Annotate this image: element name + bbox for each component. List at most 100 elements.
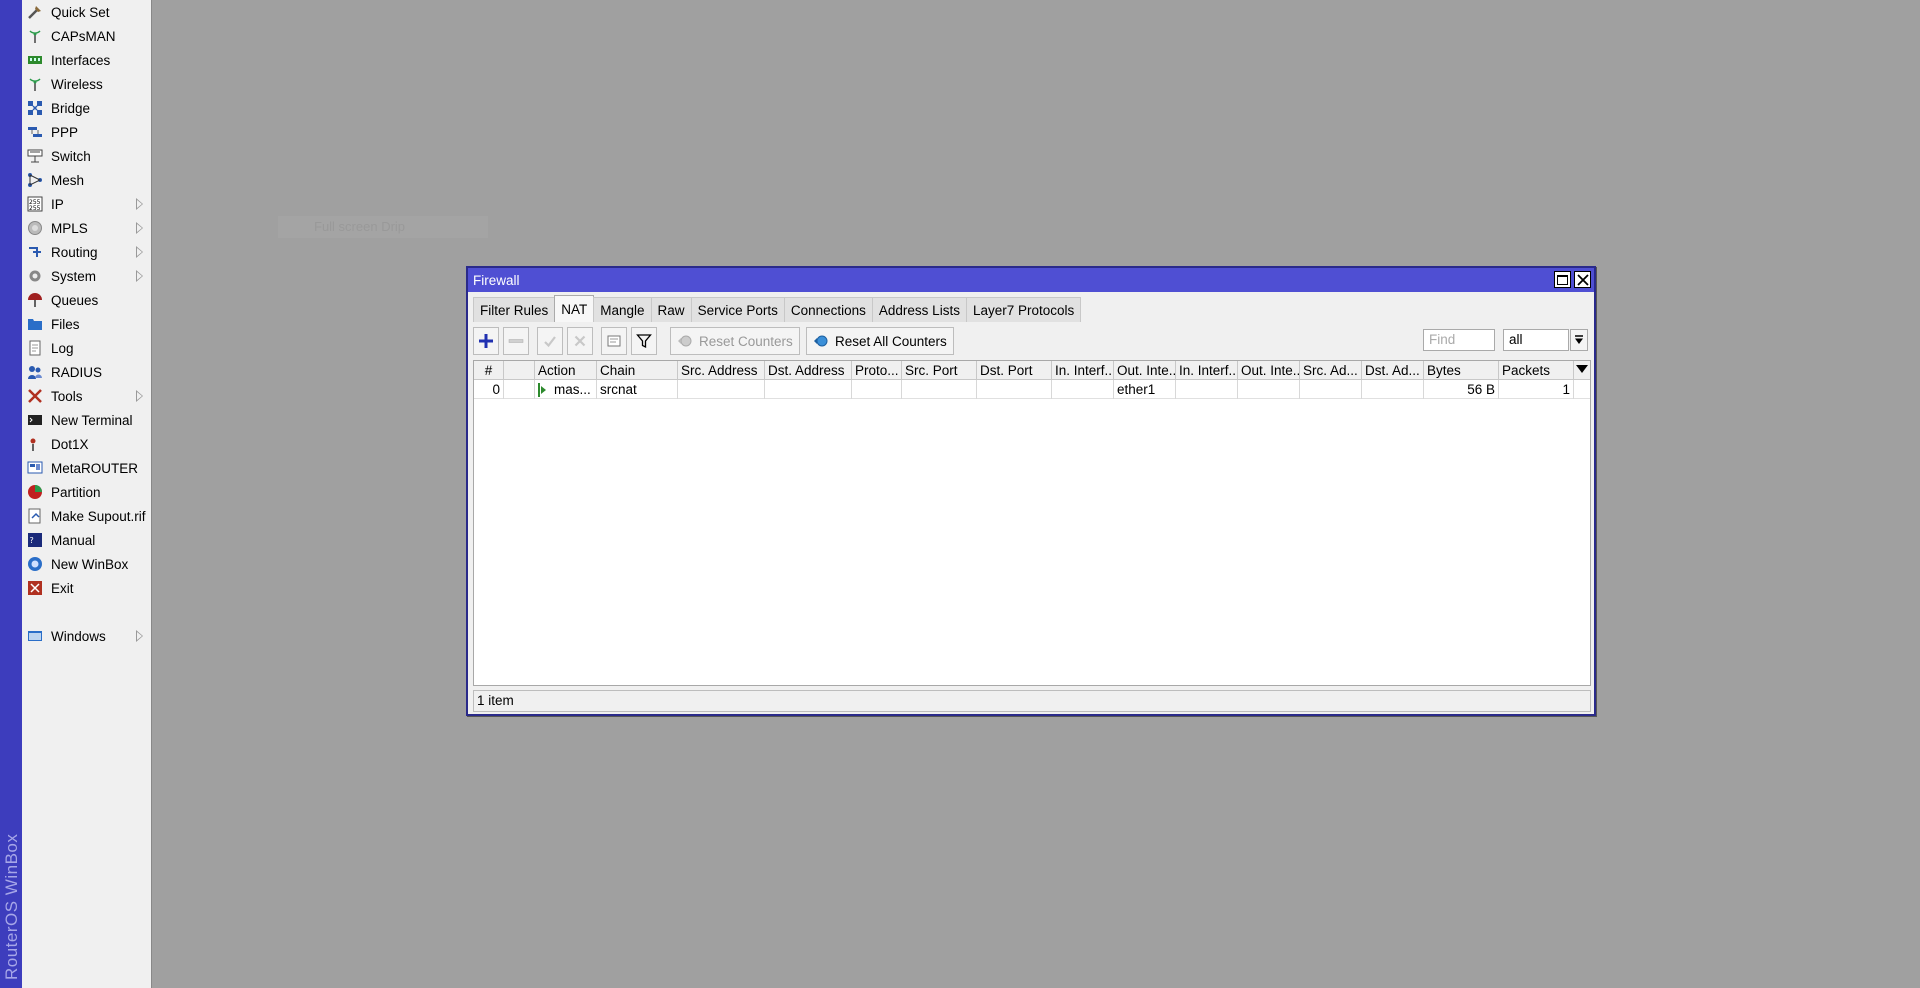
cell-action-text: mas...	[554, 382, 591, 397]
menu-item-switch[interactable]: Switch	[22, 144, 151, 168]
find-input[interactable]: Find	[1423, 329, 1495, 351]
filter-dropdown-button[interactable]	[1570, 329, 1588, 351]
tab-nat[interactable]: NAT	[554, 295, 595, 322]
col-header-dst-address-list[interactable]: Dst. Ad...	[1362, 361, 1424, 380]
col-header-src-address-list[interactable]: Src. Ad...	[1300, 361, 1362, 380]
tab-address-lists[interactable]: Address Lists	[871, 297, 967, 322]
filter-button[interactable]	[631, 327, 657, 355]
reset-all-counter-icon	[813, 334, 829, 348]
close-button[interactable]	[1574, 271, 1591, 288]
filter-select[interactable]: all	[1503, 329, 1569, 351]
menu-item-label: Windows	[51, 628, 106, 644]
column-menu-icon[interactable]	[1576, 365, 1588, 373]
col-header-dst-port[interactable]: Dst. Port	[977, 361, 1052, 380]
submenu-arrow-icon	[136, 246, 143, 258]
menu-item-label: Interfaces	[51, 52, 111, 68]
remove-button[interactable]	[503, 327, 529, 355]
menu-item-label: Log	[51, 340, 74, 356]
tab-raw[interactable]: Raw	[650, 297, 692, 322]
col-header-number[interactable]: #	[474, 361, 504, 380]
menu-item-make-supout-rif[interactable]: Make Supout.rif	[22, 504, 151, 528]
menu-item-mesh[interactable]: Mesh	[22, 168, 151, 192]
cell-in-interface	[1052, 380, 1114, 399]
menu-item-manual[interactable]: ? Manual	[22, 528, 151, 552]
menu-item-metarouter[interactable]: MetaROUTER	[22, 456, 151, 480]
cell-src-port	[902, 380, 977, 399]
menu-item-capsman[interactable]: CAPsMAN	[22, 24, 151, 48]
menu-item-label: Bridge	[51, 100, 91, 116]
menu-item-interfaces[interactable]: Interfaces	[22, 48, 151, 72]
table-row[interactable]: 0 mas... srcnat ether1 56 B 1	[474, 380, 1590, 399]
reset-counters-button[interactable]: Reset Counters	[670, 327, 800, 355]
menu-item-label: MPLS	[51, 220, 88, 236]
reset-counters-label: Reset Counters	[699, 333, 793, 349]
col-header-chain[interactable]: Chain	[597, 361, 678, 380]
col-header-in-interface-list[interactable]: In. Interf...	[1176, 361, 1238, 380]
menu-item-bridge[interactable]: Bridge	[22, 96, 151, 120]
firewall-window: Firewall Filter Rules NAT Mangle Raw Ser…	[466, 266, 1596, 716]
check-icon	[544, 336, 556, 348]
menu-item-files[interactable]: Files	[22, 312, 151, 336]
col-header-protocol[interactable]: Proto...	[852, 361, 902, 380]
submenu-arrow-icon	[136, 222, 143, 234]
col-header-src-port[interactable]: Src. Port	[902, 361, 977, 380]
winbox-side-banner: RouterOS WinBox	[0, 0, 22, 988]
switch-icon	[27, 148, 43, 164]
menu-item-exit[interactable]: Exit	[22, 576, 151, 600]
col-header-flags[interactable]	[504, 361, 535, 380]
menu-item-quick-set[interactable]: Quick Set	[22, 0, 151, 24]
submenu-arrow-icon	[136, 630, 143, 642]
menu-item-label: Exit	[51, 580, 74, 596]
window-titlebar[interactable]: Firewall	[468, 268, 1594, 292]
menu-item-mpls[interactable]: MPLS	[22, 216, 151, 240]
tab-filter-rules[interactable]: Filter Rules	[473, 297, 556, 322]
menu-item-wireless[interactable]: Wireless	[22, 72, 151, 96]
partition-icon	[27, 484, 43, 500]
cell-action: mas...	[535, 380, 597, 399]
add-button[interactable]	[473, 327, 499, 355]
comment-icon	[607, 335, 621, 347]
menu-item-radius[interactable]: RADIUS	[22, 360, 151, 384]
col-header-action[interactable]: Action	[535, 361, 597, 380]
comment-button[interactable]	[601, 327, 627, 355]
col-header-bytes[interactable]: Bytes	[1424, 361, 1499, 380]
menu-item-system[interactable]: System	[22, 264, 151, 288]
metarouter-icon	[27, 460, 43, 476]
menu-item-partition[interactable]: Partition	[22, 480, 151, 504]
col-header-src-address[interactable]: Src. Address	[678, 361, 765, 380]
menu-item-ip[interactable]: 255 255 IP	[22, 192, 151, 216]
menu-item-queues[interactable]: Queues	[22, 288, 151, 312]
menu-item-new-winbox[interactable]: New WinBox	[22, 552, 151, 576]
cell-out-interface: ether1	[1114, 380, 1176, 399]
col-header-out-interface-list[interactable]: Out. Inte...	[1238, 361, 1300, 380]
cell-packets: 1	[1499, 380, 1574, 399]
quick-set-icon	[27, 4, 43, 20]
col-header-out-interface[interactable]: Out. Inte...	[1114, 361, 1176, 380]
cell-dst-address	[765, 380, 852, 399]
cell-chain: srcnat	[597, 380, 678, 399]
tab-connections[interactable]: Connections	[783, 297, 873, 322]
windows-icon	[27, 628, 43, 644]
col-header-dst-address[interactable]: Dst. Address	[765, 361, 852, 380]
mpls-icon	[27, 220, 43, 236]
menu-item-label: Partition	[51, 484, 101, 500]
menu-item-dot1x[interactable]: Dot1X	[22, 432, 151, 456]
col-header-packets[interactable]: Packets	[1499, 361, 1574, 380]
menu-item-windows[interactable]: Windows	[22, 624, 151, 648]
routing-icon	[27, 244, 43, 260]
tab-service-ports[interactable]: Service Ports	[690, 297, 785, 322]
menu-item-tools[interactable]: Tools	[22, 384, 151, 408]
reset-all-counters-button[interactable]: Reset All Counters	[806, 327, 954, 355]
tab-mangle[interactable]: Mangle	[593, 297, 652, 322]
col-header-in-interface[interactable]: In. Interf...	[1052, 361, 1114, 380]
tab-layer7-protocols[interactable]: Layer7 Protocols	[965, 297, 1082, 322]
menu-item-ppp[interactable]: PPP	[22, 120, 151, 144]
enable-button[interactable]	[537, 327, 563, 355]
menu-item-label: System	[51, 268, 97, 284]
disable-button[interactable]	[567, 327, 593, 355]
menu-item-routing[interactable]: Routing	[22, 240, 151, 264]
menu-item-new-terminal[interactable]: New Terminal	[22, 408, 151, 432]
radius-icon	[27, 364, 43, 380]
maximize-button[interactable]	[1554, 271, 1571, 288]
menu-item-log[interactable]: Log	[22, 336, 151, 360]
